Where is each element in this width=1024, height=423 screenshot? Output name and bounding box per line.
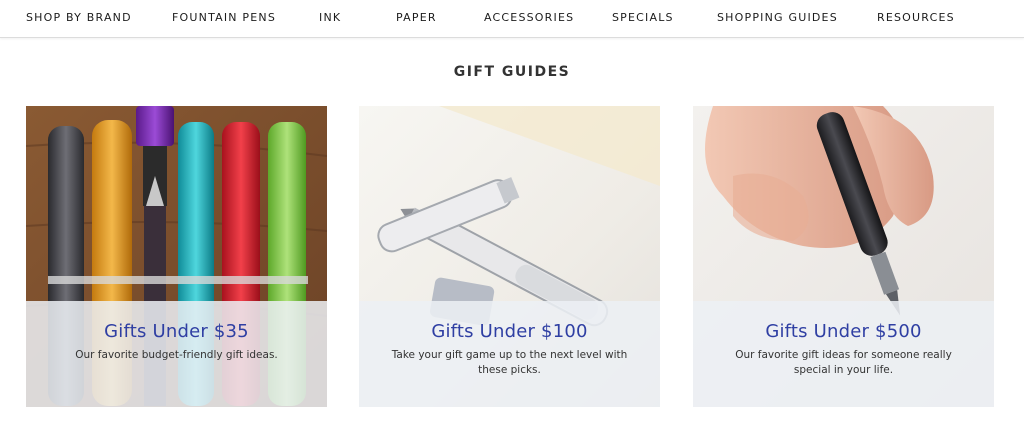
card-description: Our favorite budget-friendly gift ideas. — [75, 349, 278, 361]
nav-accessories[interactable]: ACCESSORIES — [484, 11, 574, 24]
card-description: Take your gift game up to the next level… — [391, 349, 628, 376]
nav-resources[interactable]: RESOURCES — [877, 11, 955, 24]
nav-paper[interactable]: PAPER — [396, 11, 437, 24]
nav-specials[interactable]: SPECIALS — [612, 11, 674, 24]
card-caption: Gifts Under $100 Take your gift game up … — [359, 301, 660, 407]
nav-shop-by-brand[interactable]: SHOP BY BRAND — [26, 11, 132, 24]
card-title[interactable]: Gifts Under $35 — [26, 321, 327, 342]
card-description: Our favorite gift ideas for someone real… — [735, 349, 952, 376]
card-title[interactable]: Gifts Under $100 — [359, 321, 660, 342]
nav-shopping-guides[interactable]: SHOPPING GUIDES — [717, 11, 838, 24]
nav-ink[interactable]: INK — [319, 11, 341, 24]
gift-card-under-500[interactable]: Gifts Under $500 Our favorite gift ideas… — [693, 106, 994, 407]
card-title[interactable]: Gifts Under $500 — [693, 321, 994, 342]
section-title: GIFT GUIDES — [453, 64, 571, 80]
nav-fountain-pens[interactable]: FOUNTAIN PENS — [172, 11, 276, 24]
card-caption: Gifts Under $35 Our favorite budget-frie… — [26, 301, 327, 407]
card-caption: Gifts Under $500 Our favorite gift ideas… — [693, 301, 994, 407]
gift-card-under-35[interactable]: Gifts Under $35 Our favorite budget-frie… — [26, 106, 327, 407]
main-navigation: SHOP BY BRAND FOUNTAIN PENS INK PAPER AC… — [0, 0, 1024, 38]
gift-card-under-100[interactable]: Gifts Under $100 Take your gift game up … — [359, 106, 660, 407]
